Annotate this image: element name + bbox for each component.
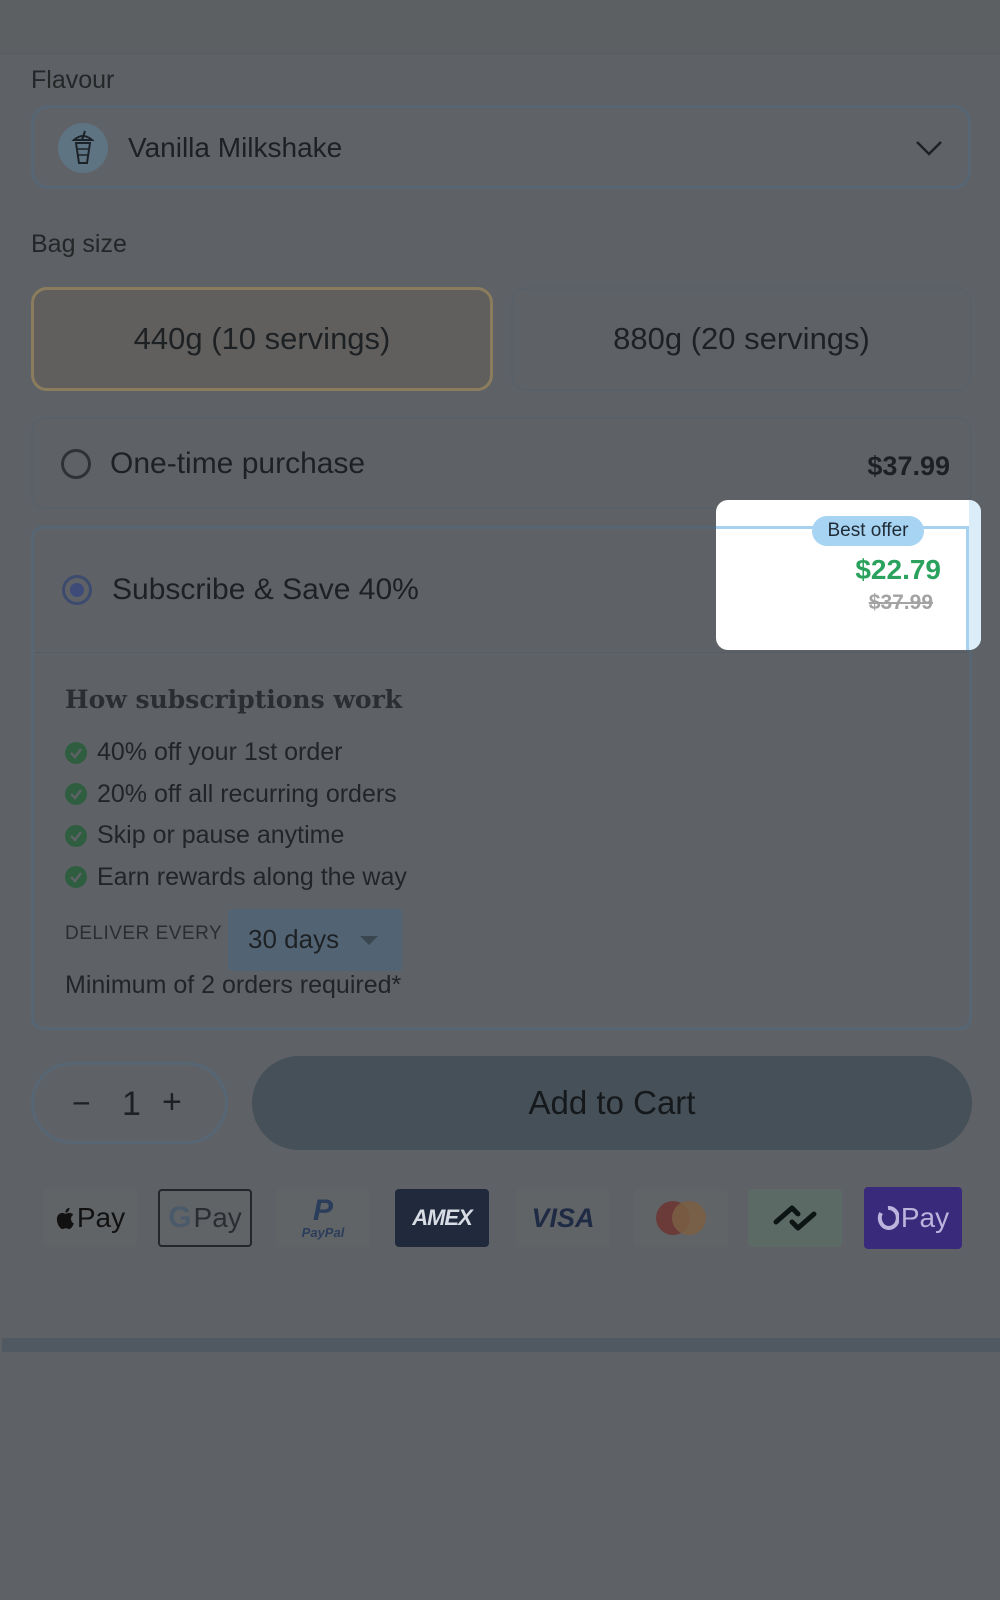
one-time-label: One-time purchase [110, 447, 366, 480]
one-time-purchase-option[interactable]: One-time purchase $37.99 [31, 417, 972, 509]
flavour-label: Flavour [31, 66, 115, 94]
google-pay-icon: G Pay [158, 1189, 252, 1247]
paypal-text: PayPal [301, 1224, 345, 1240]
one-time-radio[interactable] [61, 449, 91, 479]
decrease-quantity-button[interactable]: − [72, 1087, 91, 1119]
milkshake-icon [58, 123, 108, 173]
google-pay-text: Pay [193, 1202, 242, 1233]
check-circle-icon [65, 783, 87, 806]
add-to-cart-button[interactable]: Add to Cart [252, 1056, 972, 1150]
benefit-text: 40% off your 1st order [97, 738, 343, 767]
delivery-frequency-value: 30 days [248, 924, 340, 954]
benefit-list: 40% off your 1st order 20% off all recur… [65, 732, 407, 898]
list-item: Skip or pause anytime [65, 815, 407, 857]
header-strip [0, 0, 1000, 54]
visa-text: VISA [531, 1202, 595, 1233]
quantity-stepper[interactable]: − 1 + [31, 1062, 228, 1144]
deliver-every-label: DELIVER EVERY [65, 923, 223, 944]
best-offer-badge: Best offer [812, 516, 924, 546]
bag-size-label: Bag size [31, 230, 127, 258]
mastercard-icon [634, 1189, 728, 1247]
visa-icon: VISA [516, 1189, 610, 1247]
subscribe-original-price: $37.99 [868, 591, 933, 614]
payment-methods: Pay G Pay P PayPal AMEX VISA Pay [43, 1187, 963, 1251]
list-item: Earn rewards along the way [65, 857, 407, 899]
how-subscriptions-work-title: How subscriptions work [65, 685, 403, 714]
card-divider [2, 1338, 1000, 1352]
paypal-icon: P PayPal [276, 1189, 370, 1247]
subscribe-sale-price: $22.79 [855, 554, 941, 585]
check-circle-icon [65, 741, 87, 764]
apple-pay-icon: Pay [43, 1189, 137, 1247]
list-item: 20% off all recurring orders [65, 774, 407, 816]
bag-option-440g[interactable]: 440g (10 servings) [31, 287, 493, 391]
shop-pay-text: Pay [900, 1202, 950, 1233]
amex-icon: AMEX [395, 1189, 489, 1247]
subscribe-label: Subscribe & Save 40% [112, 573, 419, 606]
quantity-value: 1 [122, 1085, 141, 1123]
increase-quantity-button[interactable]: + [162, 1085, 182, 1119]
product-page: Flavour Vanilla Milkshake Bag size 440g … [0, 0, 1000, 1600]
bag-option-880g[interactable]: 880g (20 servings) [511, 287, 972, 391]
apple-pay-text: Pay [76, 1202, 126, 1233]
link-pay-icon [748, 1189, 842, 1247]
minimum-orders-note: Minimum of 2 orders required* [65, 971, 402, 999]
subscribe-radio[interactable] [62, 575, 92, 605]
shop-pay-icon: Pay [864, 1187, 962, 1249]
caret-down-icon [360, 936, 378, 945]
list-item: 40% off your 1st order [65, 732, 407, 774]
benefit-text: Skip or pause anytime [97, 821, 345, 850]
flavour-select[interactable]: Vanilla Milkshake [31, 105, 971, 189]
subscribe-price-highlight: Best offer $22.79 $37.99 [716, 500, 981, 650]
flavour-value: Vanilla Milkshake [128, 132, 343, 163]
chevron-down-icon [916, 141, 942, 156]
one-time-price: $37.99 [867, 451, 950, 481]
amex-text: AMEX [412, 1205, 473, 1230]
delivery-frequency-select[interactable]: 30 days [228, 909, 402, 971]
option-border-glow [969, 500, 981, 650]
check-circle-icon [65, 866, 87, 889]
benefit-text: Earn rewards along the way [97, 862, 407, 891]
benefit-text: 20% off all recurring orders [97, 779, 397, 808]
check-circle-icon [65, 824, 87, 847]
